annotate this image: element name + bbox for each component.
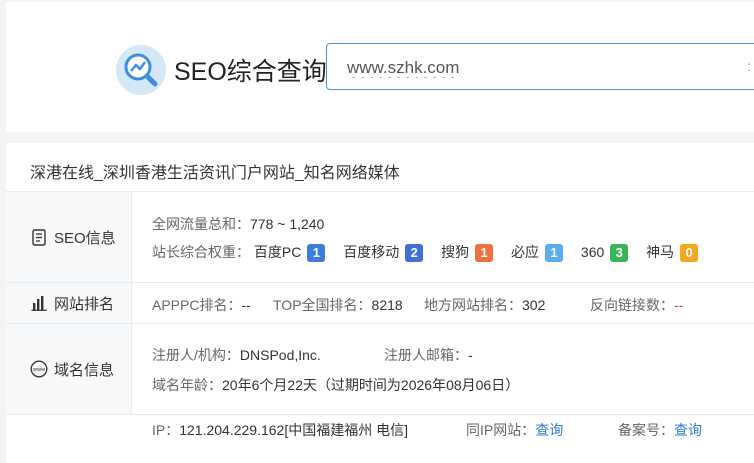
page-title: SEO综合查询 bbox=[174, 58, 327, 86]
top-rank-value: 8218 bbox=[371, 297, 403, 313]
weight-360[interactable]: 360 3 bbox=[580, 244, 629, 263]
search-box[interactable]: : bbox=[326, 43, 754, 90]
domain-age-key: 域名年龄： bbox=[152, 377, 222, 393]
search-edge-mark: : bbox=[747, 58, 751, 74]
top-rank-field: TOP全国排名：8218 bbox=[273, 295, 403, 315]
icp-field: 备案号：查询 bbox=[618, 420, 702, 440]
weight-name: 百度PC bbox=[253, 244, 302, 260]
local-rank-key: 地方网站排名： bbox=[424, 297, 522, 313]
email-value: - bbox=[468, 347, 473, 363]
weight-baidu-mobile[interactable]: 百度移动 2 bbox=[343, 242, 424, 263]
bar-chart-icon bbox=[30, 294, 48, 312]
email-key: 注册人邮箱： bbox=[384, 347, 468, 363]
registrant-value: DNSPod,Inc. bbox=[239, 347, 321, 363]
weight-name: 必应 bbox=[511, 244, 540, 260]
backlink-key: 反向链接数： bbox=[590, 297, 674, 313]
ip-row: IP：121.204.229.162[中国福建福州 电信] 同IP网站：查询 备… bbox=[6, 415, 754, 463]
weight-name: 搜狗 bbox=[441, 244, 470, 260]
ip-key: IP： bbox=[152, 422, 180, 438]
site-title: 深港在线_深圳香港生活资讯门户网站_知名网络媒体 bbox=[30, 165, 400, 182]
local-rank-value: 302 bbox=[522, 297, 546, 313]
weight-key: 站长综合权重： bbox=[152, 244, 250, 260]
domain-label-cell: www 域名信息 bbox=[6, 324, 132, 414]
icp-query-link[interactable]: 查询 bbox=[674, 422, 702, 438]
domain-label: 域名信息 bbox=[54, 361, 115, 379]
icp-key: 备案号： bbox=[618, 422, 674, 438]
weight-sogou[interactable]: 搜狗 1 bbox=[441, 242, 494, 263]
traffic-field: 全网流量总和：778 ~ 1,240 bbox=[152, 214, 324, 234]
seo-logo bbox=[116, 45, 166, 95]
backlink-field: 反向链接数：-- bbox=[590, 295, 683, 315]
result-card: 深港在线_深圳香港生活资讯门户网站_知名网络媒体 SEO信息 全网流量总和：77… bbox=[6, 143, 754, 463]
top-rank-key: TOP全国排名： bbox=[273, 297, 372, 313]
weight-badge: 1 bbox=[475, 244, 494, 263]
domain-info-row: www 域名信息 注册人/机构：DNSPod,Inc. 注册人邮箱：- 域名年龄… bbox=[6, 324, 754, 415]
domain-age-value: 20年6个月22天（过期时间为2026年08月06日） bbox=[222, 377, 520, 393]
weight-name: 神马 bbox=[646, 244, 675, 260]
weight-bing[interactable]: 必应 1 bbox=[511, 242, 564, 263]
backlink-value: -- bbox=[674, 297, 684, 313]
search-input[interactable] bbox=[347, 57, 727, 79]
weight-badge: 1 bbox=[307, 244, 326, 263]
apppc-key: APPPC排名： bbox=[152, 297, 242, 313]
domain-age-field: 域名年龄：20年6个月22天（过期时间为2026年08月06日） bbox=[152, 375, 519, 395]
local-rank-field: 地方网站排名：302 bbox=[424, 295, 545, 315]
traffic-key: 全网流量总和： bbox=[152, 216, 250, 232]
weight-badge: 2 bbox=[405, 244, 424, 263]
registrant-field: 注册人/机构：DNSPod,Inc. bbox=[152, 345, 321, 365]
same-ip-field: 同IP网站：查询 bbox=[466, 420, 563, 440]
weight-badge: 3 bbox=[610, 244, 629, 263]
rank-label: 网站排名 bbox=[54, 295, 115, 313]
chart-magnifier-icon bbox=[124, 53, 158, 87]
weight-name: 360 bbox=[580, 244, 605, 260]
apppc-rank-field: APPPC排名：-- bbox=[152, 295, 251, 315]
rank-row: 网站排名 APPPC排名：-- TOP全国排名：8218 地方网站排名：302 … bbox=[6, 283, 754, 324]
ip-value: 121.204.229.162[中国福建福州 电信] bbox=[179, 422, 409, 438]
document-icon bbox=[30, 228, 48, 246]
weight-badge: 1 bbox=[545, 244, 564, 263]
weights-field: 站长综合权重： 百度PC 1 百度移动 2 搜狗 1 必应 1 360 3 神马 0 bbox=[152, 242, 712, 263]
rank-label-cell: 网站排名 bbox=[6, 283, 132, 323]
svg-text:www: www bbox=[33, 367, 45, 373]
same-ip-key: 同IP网站： bbox=[466, 422, 536, 438]
registrant-key: 注册人/机构： bbox=[152, 347, 240, 363]
www-globe-icon: www bbox=[30, 360, 48, 378]
seo-info-label-cell: SEO信息 bbox=[6, 192, 132, 282]
registrant-email-field: 注册人邮箱：- bbox=[384, 345, 473, 365]
apppc-value: -- bbox=[241, 297, 251, 313]
seo-info-label: SEO信息 bbox=[54, 229, 116, 247]
weight-name: 百度移动 bbox=[343, 244, 400, 260]
same-ip-query-link[interactable]: 查询 bbox=[535, 422, 563, 438]
seo-info-row: SEO信息 全网流量总和：778 ~ 1,240 站长综合权重： 百度PC 1 百… bbox=[6, 192, 754, 283]
weight-baidu-pc[interactable]: 百度PC 1 bbox=[253, 242, 326, 263]
ip-field: IP：121.204.229.162[中国福建福州 电信] bbox=[152, 420, 408, 440]
traffic-value: 778 ~ 1,240 bbox=[250, 216, 325, 232]
weight-badge: 0 bbox=[680, 244, 699, 263]
weight-shenma[interactable]: 神马 0 bbox=[646, 242, 699, 263]
